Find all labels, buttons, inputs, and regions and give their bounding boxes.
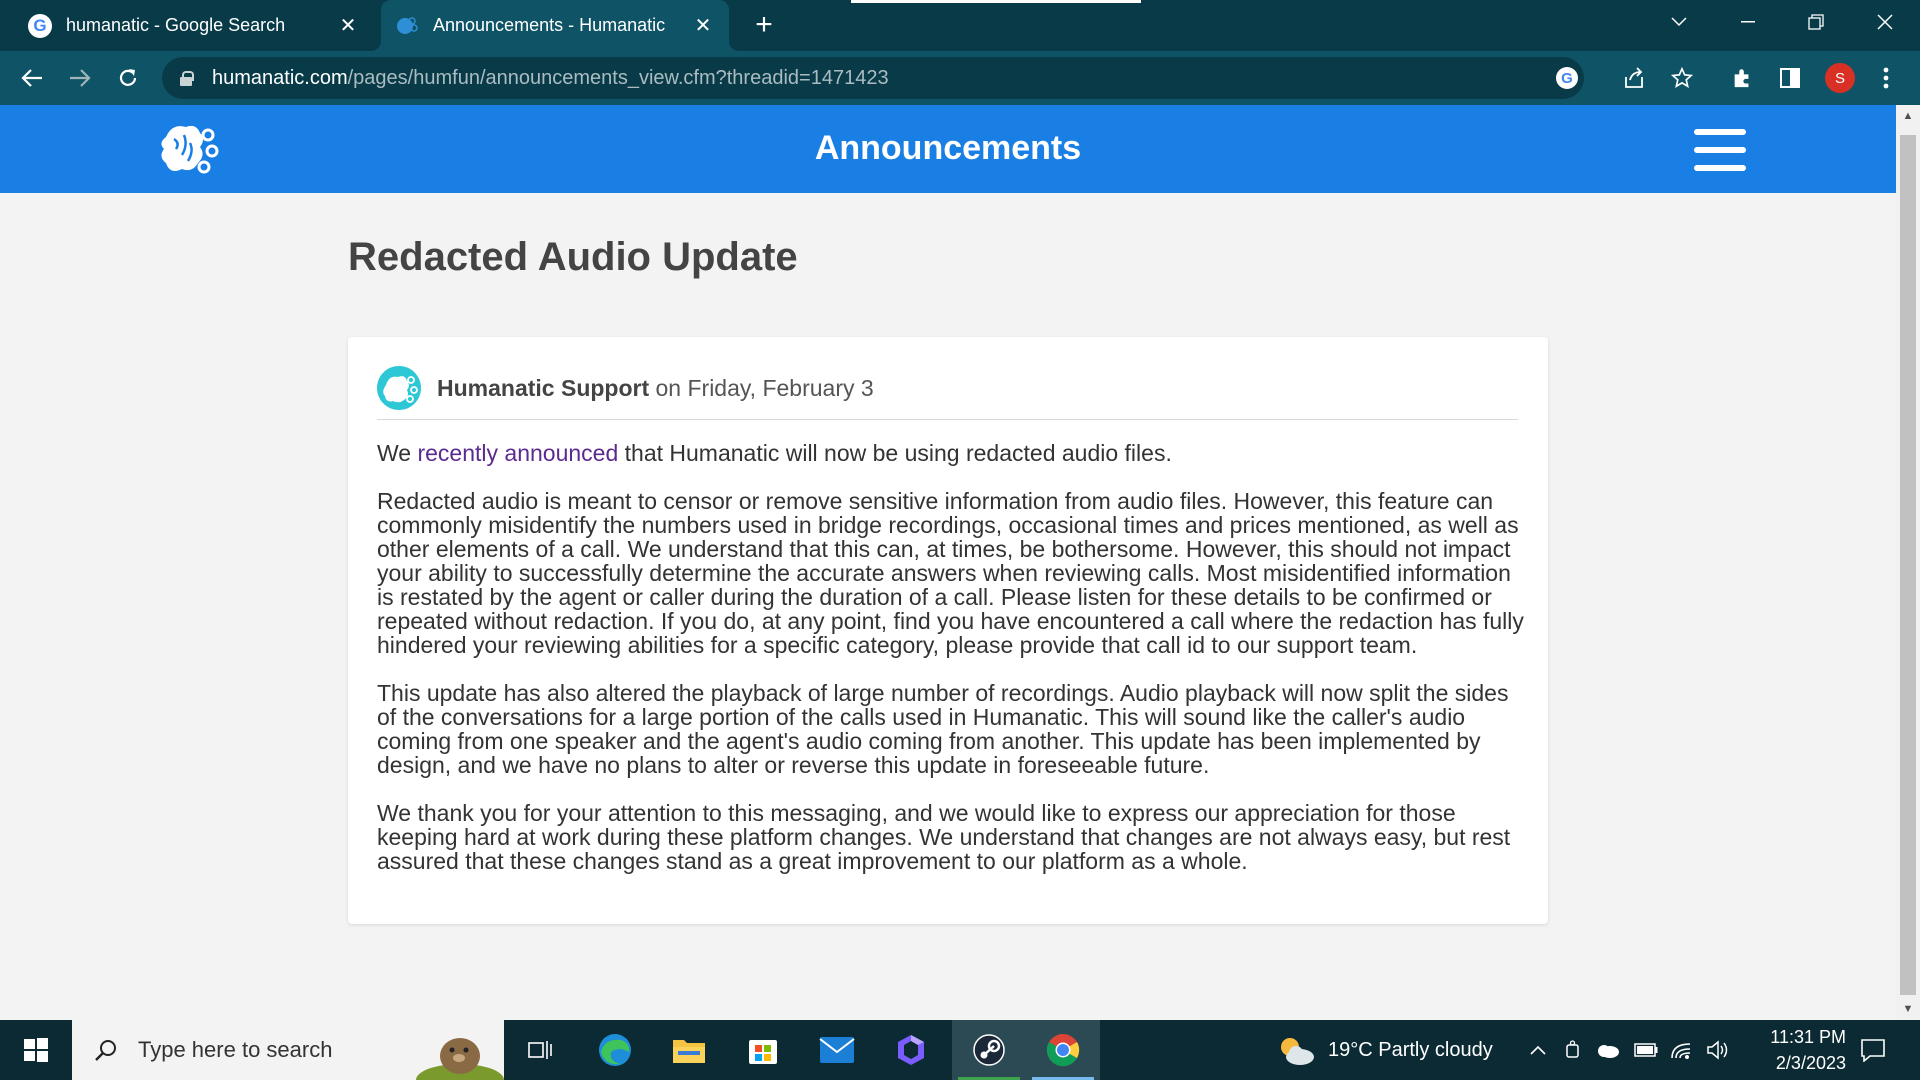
url-text: humanatic.com/pages/humfun/announcements… — [212, 66, 889, 89]
page-scrollbar[interactable]: ▲ ▼ — [1896, 105, 1920, 1020]
scroll-thumb[interactable] — [1900, 135, 1916, 995]
battery-icon[interactable] — [1634, 1038, 1658, 1062]
taskbar-search[interactable]: Type here to search — [72, 1020, 504, 1080]
meet-now-icon[interactable] — [1562, 1038, 1586, 1062]
scroll-up-arrow-icon[interactable]: ▲ — [1896, 105, 1920, 127]
address-bar[interactable]: humanatic.com/pages/humfun/announcements… — [162, 57, 1584, 99]
post-date: on Friday, February 3 — [649, 375, 874, 401]
search-placeholder: Type here to search — [138, 1037, 333, 1062]
page-title: Announcements — [814, 129, 1082, 167]
weather-partly-cloudy-icon[interactable] — [1276, 1033, 1316, 1067]
clock-date: 2/3/2023 — [1775, 1053, 1846, 1073]
post-paragraph: This update has also altered the playbac… — [377, 680, 1509, 778]
post-meta: Humanatic Support on Friday, February 3 — [437, 375, 874, 402]
extensions-puzzle-icon[interactable] — [1724, 60, 1760, 96]
system-clock[interactable]: 11:31 PM 2/3/2023 — [1726, 1024, 1846, 1076]
tab-title: Announcements - Humanatic — [433, 15, 666, 35]
google-icon: G — [28, 13, 52, 38]
new-tab-button[interactable]: + — [748, 10, 780, 42]
edge-browser-icon[interactable] — [578, 1020, 652, 1080]
announcement-card: Humanatic Support on Friday, February 3 … — [348, 337, 1548, 924]
notifications-icon[interactable] — [1858, 1036, 1888, 1064]
tab-announcements[interactable]: Announcements - Humanatic ✕ — [371, 0, 739, 51]
windows-taskbar: Type here to search 19°C Partly cloudy 1… — [0, 1020, 1920, 1080]
recently-announced-link[interactable]: recently announced — [417, 440, 618, 466]
post-paragraph: Redacted audio is meant to censor or rem… — [377, 488, 1524, 658]
restore-icon[interactable] — [1787, 0, 1845, 44]
microsoft-store-icon[interactable] — [726, 1020, 800, 1080]
forward-arrow-icon[interactable] — [62, 60, 98, 96]
profile-avatar[interactable]: S — [1825, 63, 1855, 93]
tab-google-search[interactable]: G humanatic - Google Search ✕ — [14, 0, 374, 51]
browser-tab-strip: G humanatic - Google Search ✕ Announceme… — [0, 0, 1920, 51]
windows-logo-icon — [24, 1038, 48, 1062]
post-header: Humanatic Support on Friday, February 3 — [377, 366, 1518, 420]
chrome-menu-icon[interactable] — [1868, 60, 1904, 96]
tab-search-chevron-icon[interactable] — [1650, 0, 1708, 44]
close-tab-icon[interactable]: ✕ — [336, 14, 360, 38]
clock-time: 11:31 PM — [1770, 1027, 1846, 1047]
minimize-icon[interactable] — [1719, 0, 1777, 44]
menu-hamburger-icon[interactable] — [1694, 129, 1746, 171]
browser-toolbar: humanatic.com/pages/humfun/announcements… — [0, 51, 1920, 105]
file-explorer-icon[interactable] — [652, 1020, 726, 1080]
wifi-icon[interactable] — [1670, 1038, 1694, 1062]
steam-icon[interactable] — [952, 1020, 1026, 1080]
google-lens-icon[interactable]: G — [1552, 63, 1582, 93]
bookmark-star-icon[interactable] — [1664, 60, 1700, 96]
close-window-icon[interactable] — [1856, 0, 1914, 44]
share-icon[interactable] — [1616, 60, 1652, 96]
tab-loading-indicator — [851, 0, 1141, 3]
scroll-down-arrow-icon[interactable]: ▼ — [1896, 998, 1920, 1020]
main-content: Redacted Audio Update Humanatic Support … — [0, 193, 1896, 1020]
reload-icon[interactable] — [110, 60, 146, 96]
post-paragraph: We thank you for your attention to this … — [377, 800, 1511, 874]
show-hidden-icons-chevron-icon[interactable] — [1526, 1038, 1550, 1062]
back-arrow-icon[interactable] — [14, 60, 50, 96]
author-avatar — [377, 366, 421, 410]
post-intro: We recently announced that Humanatic wil… — [377, 440, 1172, 466]
weather-text[interactable]: 19°C Partly cloudy — [1328, 1039, 1493, 1062]
copilot-app-icon[interactable] — [874, 1020, 948, 1080]
mail-icon[interactable] — [800, 1020, 874, 1080]
tab-title: humanatic - Google Search — [66, 15, 286, 35]
site-header: Announcements — [0, 105, 1896, 193]
svg-text:G: G — [1561, 70, 1573, 87]
search-highlight-groundhog-icon — [416, 1038, 504, 1080]
onedrive-cloud-icon[interactable] — [1596, 1038, 1620, 1062]
close-tab-icon[interactable]: ✕ — [691, 14, 715, 38]
announcement-heading: Redacted Audio Update — [348, 235, 798, 279]
task-view-icon[interactable] — [504, 1020, 578, 1080]
search-icon — [95, 1040, 116, 1061]
side-panel-icon[interactable] — [1772, 60, 1808, 96]
author-name: Humanatic Support — [437, 375, 650, 401]
chrome-icon[interactable] — [1026, 1020, 1100, 1080]
start-button[interactable] — [0, 1020, 72, 1080]
post-body: We recently announced that Humanatic wil… — [377, 441, 1527, 897]
humanatic-icon — [397, 16, 418, 34]
lock-icon — [180, 70, 194, 86]
